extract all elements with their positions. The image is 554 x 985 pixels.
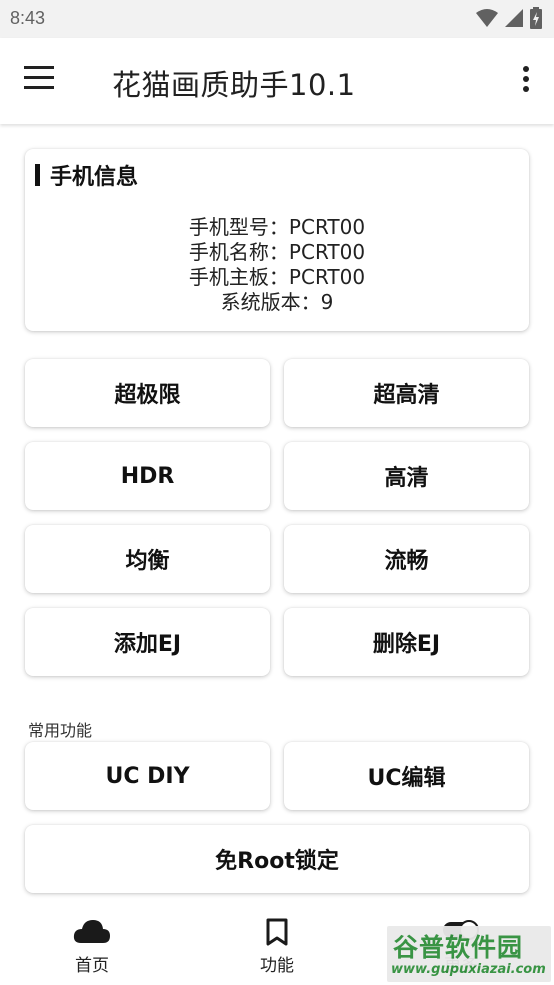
uc-edit-button[interactable]: UC编辑 <box>284 742 529 810</box>
phone-board-line: 手机主板：PCRT00 <box>188 265 366 289</box>
phone-info-title: 手机信息 <box>50 165 139 190</box>
nav-label-features: 功能 <box>260 956 294 976</box>
cloud-icon <box>73 920 110 943</box>
nav-item-features[interactable]: 功能 <box>217 906 337 985</box>
delete-ej-button[interactable]: 删除EJ <box>284 608 529 676</box>
uc-diy-button[interactable]: UC DIY <box>25 742 270 810</box>
more-options-icon[interactable] <box>520 66 532 96</box>
app-bar: 花猫画质助手10.1 <box>0 38 554 124</box>
hdr-button[interactable]: HDR <box>25 442 270 510</box>
common-functions-label: 常用功能 <box>28 721 93 740</box>
wifi-icon <box>476 9 498 27</box>
status-bar: 8:43 <box>0 0 554 38</box>
bookmark-icon <box>266 918 288 946</box>
phone-name-line: 手机名称：PCRT00 <box>188 240 366 264</box>
app-title: 花猫画质助手10.1 <box>112 68 356 102</box>
battery-icon <box>530 7 542 29</box>
hd-button[interactable]: 高清 <box>284 442 529 510</box>
watermark-brand: 谷普软件园 <box>393 933 524 962</box>
status-time: 8:43 <box>10 8 46 28</box>
title-bar-marker <box>35 164 40 186</box>
phone-info-lines: 手机型号：PCRT00 手机名称：PCRT00 手机主板：PCRT00 系统版本… <box>25 215 529 315</box>
phone-model-line: 手机型号：PCRT00 <box>188 215 366 239</box>
status-icons <box>476 7 542 29</box>
site-watermark: 谷普软件园 www.gupuxiazai.com <box>387 926 551 982</box>
menu-icon[interactable] <box>24 66 60 96</box>
smooth-button[interactable]: 流畅 <box>284 525 529 593</box>
add-ej-button[interactable]: 添加EJ <box>25 608 270 676</box>
cellular-signal-icon <box>505 9 523 27</box>
root-free-lock-button[interactable]: 免Root锁定 <box>25 825 529 893</box>
balanced-button[interactable]: 均衡 <box>25 525 270 593</box>
phone-info-card: 手机信息 手机型号：PCRT00 手机名称：PCRT00 手机主板：PCRT00… <box>25 149 529 331</box>
nav-label-home: 首页 <box>75 956 109 976</box>
system-version-line: 系统版本：9 <box>220 290 334 314</box>
ultra-limit-button[interactable]: 超极限 <box>25 359 270 427</box>
phone-info-header: 手机信息 <box>35 159 138 191</box>
watermark-url: www.gupuxiazai.com <box>391 962 546 977</box>
nav-item-home[interactable]: 首页 <box>32 906 152 985</box>
ultra-hd-button[interactable]: 超高清 <box>284 359 529 427</box>
